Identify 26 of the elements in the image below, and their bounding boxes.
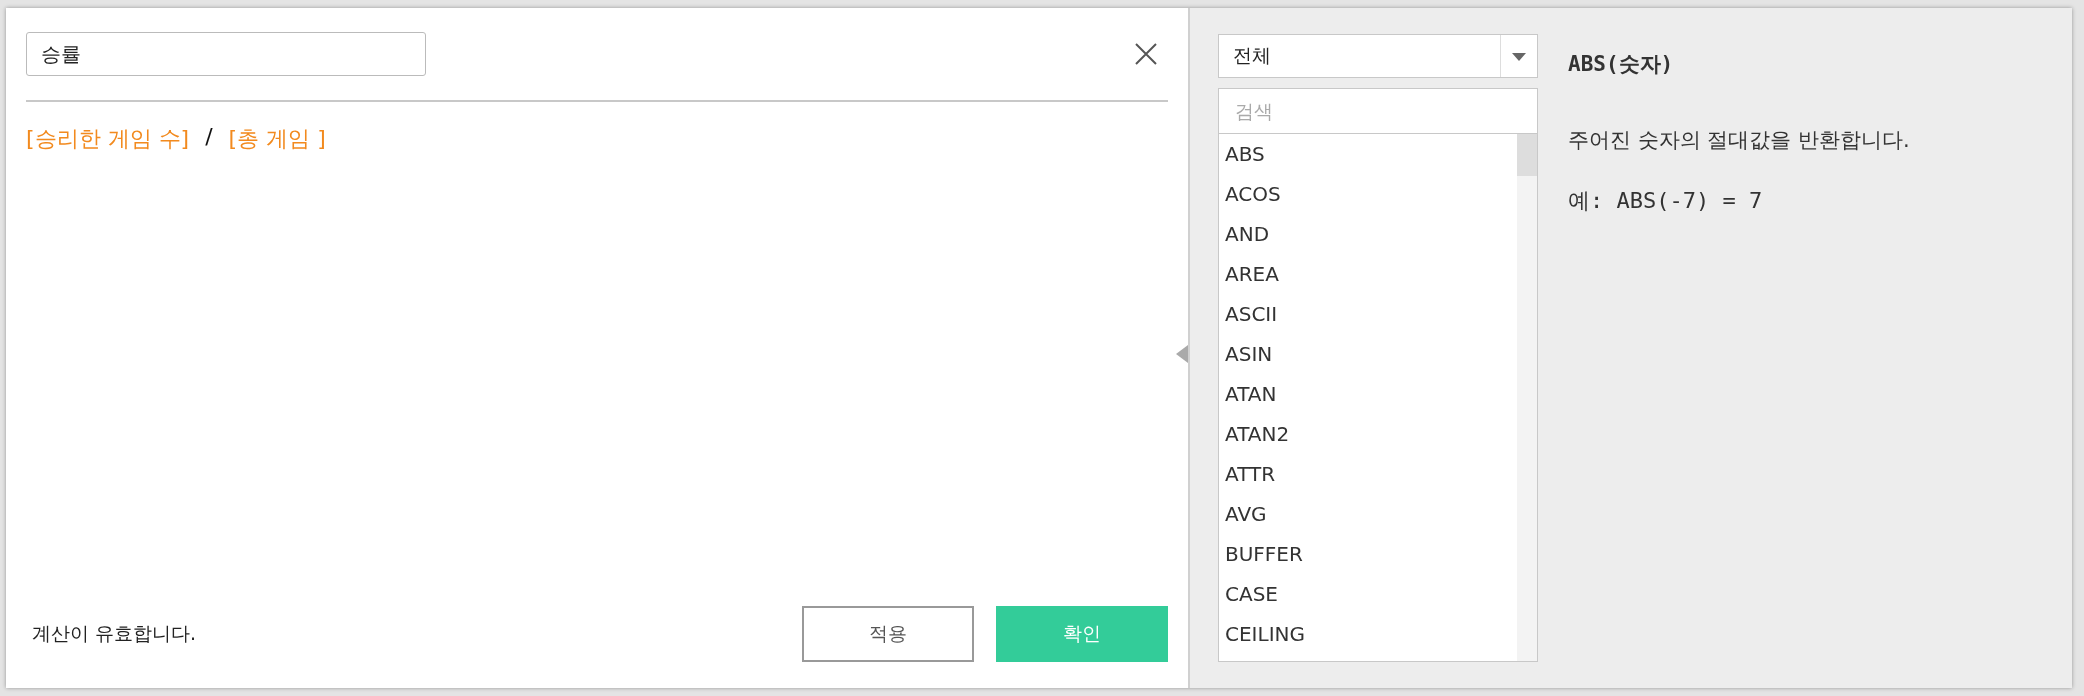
- function-item[interactable]: ATAN2: [1219, 414, 1517, 454]
- function-item[interactable]: ACOS: [1219, 174, 1517, 214]
- category-dropdown[interactable]: 전체: [1218, 34, 1538, 78]
- function-item[interactable]: AREA: [1219, 254, 1517, 294]
- validation-message: 계산이 유효합니다.: [31, 621, 198, 646]
- search-field[interactable]: 검색: [1218, 88, 1538, 134]
- field-reference: [총 게임 ]: [228, 125, 326, 153]
- function-example: 예: ABS(-7) = 7: [1568, 187, 1764, 215]
- function-item[interactable]: BUFFER: [1219, 534, 1517, 574]
- field-reference: [승리한 게임 수]: [26, 125, 190, 153]
- scrollbar[interactable]: [1517, 134, 1537, 661]
- function-item[interactable]: CEILING: [1219, 614, 1517, 654]
- function-description: 주어진 숫자의 절대값을 반환합니다.: [1568, 127, 1910, 154]
- function-item[interactable]: AVG: [1219, 494, 1517, 534]
- function-item[interactable]: ATTR: [1219, 454, 1517, 494]
- operator: /: [205, 124, 213, 151]
- function-item[interactable]: ABS: [1219, 134, 1517, 174]
- function-item[interactable]: CASE: [1219, 574, 1517, 614]
- function-item[interactable]: ASIN: [1219, 334, 1517, 374]
- close-icon[interactable]: [1134, 42, 1158, 66]
- function-item[interactable]: AND: [1219, 214, 1517, 254]
- calculation-name-field[interactable]: 승률: [26, 32, 426, 76]
- function-item[interactable]: ASCII: [1219, 294, 1517, 334]
- apply-button[interactable]: 적용: [802, 606, 974, 662]
- function-item[interactable]: ATAN: [1219, 374, 1517, 414]
- function-signature: ABS(숫자): [1568, 51, 1675, 78]
